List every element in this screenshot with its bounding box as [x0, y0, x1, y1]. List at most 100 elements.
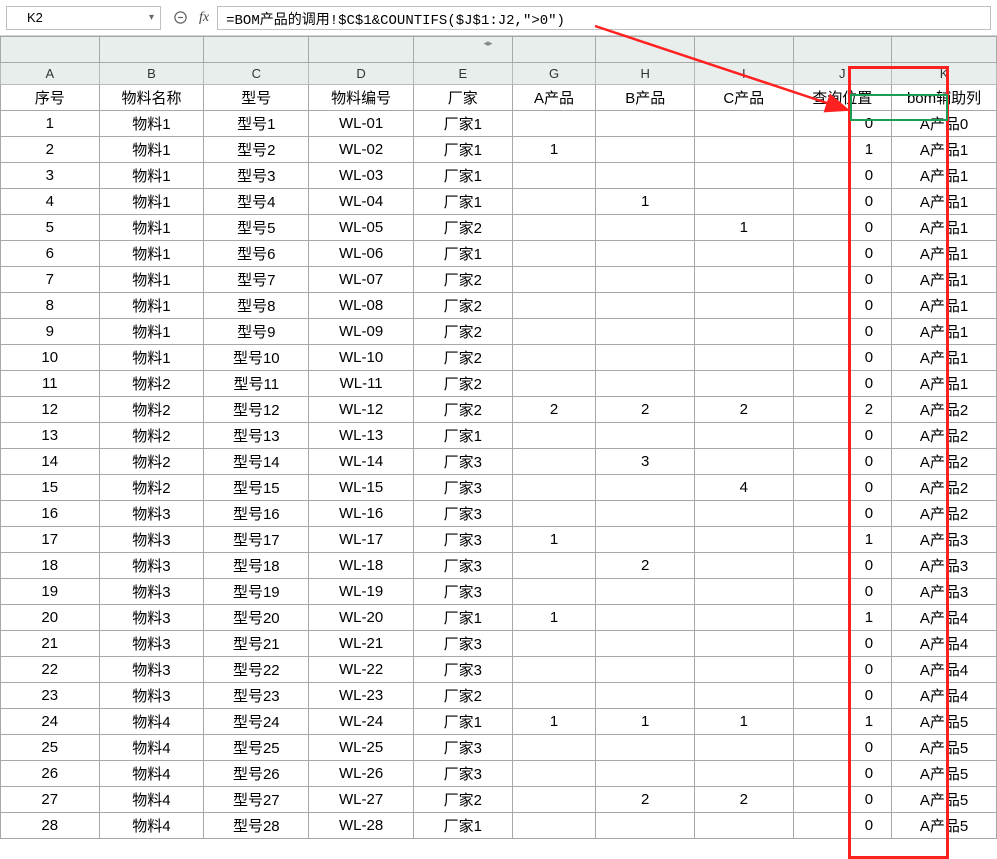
cell-H[interactable]: [596, 657, 695, 683]
cell-I[interactable]: [694, 813, 793, 839]
cell-I[interactable]: [694, 657, 793, 683]
cell-D[interactable]: WL-01: [309, 111, 414, 137]
cell-D[interactable]: WL-10: [309, 345, 414, 371]
cell-I[interactable]: [694, 761, 793, 787]
column-split-handle[interactable]: ◂▸: [481, 36, 495, 50]
cell-K[interactable]: A产品5: [892, 735, 997, 761]
cell-C[interactable]: 型号24: [204, 709, 309, 735]
cell-G[interactable]: [512, 501, 596, 527]
cell-J[interactable]: 0: [793, 631, 892, 657]
cell-A[interactable]: 2: [1, 137, 100, 163]
cell-B[interactable]: 物料3: [99, 501, 204, 527]
cell-K[interactable]: A产品3: [892, 579, 997, 605]
cell-A[interactable]: 13: [1, 423, 100, 449]
cell-I[interactable]: [694, 423, 793, 449]
cell-C[interactable]: 型号2: [204, 137, 309, 163]
cell-I[interactable]: [694, 631, 793, 657]
cell-J[interactable]: 0: [793, 501, 892, 527]
cell-E[interactable]: 厂家2: [414, 371, 513, 397]
cell-D[interactable]: WL-26: [309, 761, 414, 787]
cell-K[interactable]: A产品1: [892, 293, 997, 319]
cell-I[interactable]: [694, 605, 793, 631]
cell-A[interactable]: 22: [1, 657, 100, 683]
cell-B[interactable]: 物料2: [99, 371, 204, 397]
cell-E[interactable]: 厂家2: [414, 345, 513, 371]
col-header-A[interactable]: A: [1, 63, 100, 85]
cell-G[interactable]: [512, 319, 596, 345]
cell-G[interactable]: [512, 683, 596, 709]
cancel-icon[interactable]: [169, 7, 191, 29]
cell-J[interactable]: 1: [793, 605, 892, 631]
cell-B[interactable]: 物料4: [99, 709, 204, 735]
cell-H[interactable]: 1: [596, 189, 695, 215]
cell-I[interactable]: [694, 345, 793, 371]
cell-K[interactable]: A产品4: [892, 605, 997, 631]
col-header-I[interactable]: I: [694, 63, 793, 85]
cell-H[interactable]: [596, 527, 695, 553]
cell-H[interactable]: [596, 631, 695, 657]
cell-B[interactable]: 物料4: [99, 813, 204, 839]
cell-G[interactable]: [512, 111, 596, 137]
cell-K[interactable]: A产品2: [892, 475, 997, 501]
cell-K[interactable]: A产品2: [892, 397, 997, 423]
cell-A[interactable]: 7: [1, 267, 100, 293]
cell-D[interactable]: WL-05: [309, 215, 414, 241]
cell-G[interactable]: [512, 189, 596, 215]
cell-J[interactable]: 2: [793, 397, 892, 423]
cell-K[interactable]: A产品3: [892, 527, 997, 553]
cell-J[interactable]: 0: [793, 553, 892, 579]
cell-C[interactable]: 型号8: [204, 293, 309, 319]
cell-C[interactable]: 型号10: [204, 345, 309, 371]
cell-I[interactable]: [694, 683, 793, 709]
hdr-K[interactable]: bom辅助列: [892, 85, 997, 111]
cell-K[interactable]: A产品1: [892, 267, 997, 293]
cell-C[interactable]: 型号28: [204, 813, 309, 839]
cell-G[interactable]: [512, 579, 596, 605]
col-header-H[interactable]: H: [596, 63, 695, 85]
cell-C[interactable]: 型号4: [204, 189, 309, 215]
cell-B[interactable]: 物料2: [99, 449, 204, 475]
cell-E[interactable]: 厂家1: [414, 813, 513, 839]
cell-D[interactable]: WL-28: [309, 813, 414, 839]
cell-D[interactable]: WL-09: [309, 319, 414, 345]
cell-B[interactable]: 物料1: [99, 241, 204, 267]
cell-H[interactable]: [596, 111, 695, 137]
cell-D[interactable]: WL-02: [309, 137, 414, 163]
cell-A[interactable]: 6: [1, 241, 100, 267]
cell-C[interactable]: 型号16: [204, 501, 309, 527]
hdr-C[interactable]: 型号: [204, 85, 309, 111]
cell-K[interactable]: A产品5: [892, 761, 997, 787]
cell-C[interactable]: 型号20: [204, 605, 309, 631]
cell-A[interactable]: 18: [1, 553, 100, 579]
cell-D[interactable]: WL-12: [309, 397, 414, 423]
cell-A[interactable]: 5: [1, 215, 100, 241]
cell-I[interactable]: [694, 735, 793, 761]
cell-D[interactable]: WL-20: [309, 605, 414, 631]
cell-D[interactable]: WL-27: [309, 787, 414, 813]
cell-H[interactable]: [596, 579, 695, 605]
col-header-E[interactable]: E: [414, 63, 513, 85]
cell-C[interactable]: 型号5: [204, 215, 309, 241]
cell-E[interactable]: 厂家3: [414, 475, 513, 501]
cell-K[interactable]: A产品4: [892, 683, 997, 709]
cell-H[interactable]: [596, 241, 695, 267]
cell-B[interactable]: 物料1: [99, 345, 204, 371]
cell-G[interactable]: [512, 813, 596, 839]
cell-K[interactable]: A产品1: [892, 163, 997, 189]
cell-G[interactable]: [512, 475, 596, 501]
cell-J[interactable]: 0: [793, 241, 892, 267]
cell-D[interactable]: WL-04: [309, 189, 414, 215]
cell-G[interactable]: [512, 163, 596, 189]
cell-D[interactable]: WL-17: [309, 527, 414, 553]
cell-I[interactable]: [694, 267, 793, 293]
cell-E[interactable]: 厂家1: [414, 423, 513, 449]
cell-A[interactable]: 3: [1, 163, 100, 189]
cell-G[interactable]: [512, 241, 596, 267]
hdr-A[interactable]: 序号: [1, 85, 100, 111]
col-header-K[interactable]: K: [892, 63, 997, 85]
cell-I[interactable]: 2: [694, 397, 793, 423]
cell-I[interactable]: [694, 553, 793, 579]
cell-A[interactable]: 15: [1, 475, 100, 501]
cell-E[interactable]: 厂家1: [414, 137, 513, 163]
cell-I[interactable]: 4: [694, 475, 793, 501]
